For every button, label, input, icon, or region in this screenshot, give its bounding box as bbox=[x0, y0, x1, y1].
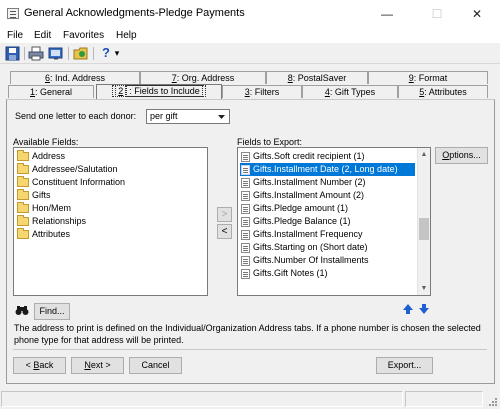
list-item[interactable]: Gifts.Pledge amount (1) bbox=[240, 202, 415, 215]
send-letter-label: Send one letter to each donor: bbox=[15, 111, 137, 121]
fields-to-export-list[interactable]: Gifts.Soft credit recipient (1) Gifts.In… bbox=[237, 147, 431, 296]
scroll-down-icon[interactable]: ▼ bbox=[418, 282, 430, 295]
close-button[interactable]: ✕ bbox=[454, 0, 500, 28]
save-icon[interactable] bbox=[5, 46, 21, 61]
export-button[interactable]: Export... bbox=[376, 357, 433, 374]
list-item[interactable]: Gifts.Installment Frequency bbox=[240, 228, 415, 241]
vertical-scrollbar[interactable]: ▲ ▼ bbox=[417, 148, 430, 295]
tab-org-address[interactable]: 7: Org. Address bbox=[140, 71, 266, 84]
tab-filters[interactable]: 3: Filters bbox=[222, 85, 302, 98]
divider bbox=[13, 349, 487, 350]
field-icon bbox=[241, 152, 250, 162]
tab-format[interactable]: 9: Format bbox=[368, 71, 488, 84]
menu-help[interactable]: Help bbox=[116, 28, 137, 43]
report-icon bbox=[7, 8, 19, 19]
field-icon bbox=[241, 191, 250, 201]
list-item[interactable]: Gifts.Soft credit recipient (1) bbox=[240, 150, 415, 163]
tab-general[interactable]: 1: General bbox=[8, 85, 94, 98]
move-down-icon[interactable] bbox=[418, 303, 430, 315]
back-button[interactable]: < Back bbox=[13, 357, 66, 374]
resize-grip-icon[interactable] bbox=[488, 397, 498, 407]
list-item[interactable]: Gifts.Gift Notes (1) bbox=[240, 267, 415, 280]
title-bar: General Acknowledgments-Pledge Payments … bbox=[0, 0, 500, 28]
list-item[interactable]: Gifts.Pledge Balance (1) bbox=[240, 215, 415, 228]
next-button[interactable]: Next > bbox=[71, 357, 124, 374]
list-item[interactable]: Gifts.Installment Amount (2) bbox=[240, 189, 415, 202]
field-icon bbox=[241, 256, 250, 266]
move-up-icon[interactable] bbox=[402, 303, 414, 315]
menu-favorites[interactable]: Favorites bbox=[63, 28, 104, 43]
send-letter-value: per gift bbox=[150, 111, 178, 121]
add-field-button[interactable]: > bbox=[217, 207, 232, 222]
tab-ind-address[interactable]: 6: Ind. Address bbox=[10, 71, 140, 84]
tab-row-back: 6: Ind. Address 7: Org. Address 8: Posta… bbox=[0, 71, 500, 84]
chevron-down-icon[interactable] bbox=[215, 111, 228, 122]
field-icon bbox=[241, 165, 250, 175]
fields-to-export-label: Fields to Export: bbox=[237, 137, 303, 147]
cancel-button[interactable]: Cancel bbox=[129, 357, 182, 374]
help-dropdown-icon[interactable]: ▾ bbox=[112, 46, 122, 61]
folder-icon bbox=[17, 176, 29, 187]
folder-icon bbox=[17, 202, 29, 213]
binoculars-icon bbox=[15, 305, 29, 316]
find-button[interactable]: Find... bbox=[34, 303, 70, 320]
folder-icon bbox=[17, 189, 29, 200]
folder-icon bbox=[17, 215, 29, 226]
tab-postalsaver[interactable]: 8: PostalSaver bbox=[266, 71, 368, 84]
scroll-up-icon[interactable]: ▲ bbox=[418, 148, 430, 161]
list-item[interactable]: Gifts.Starting on (Short date) bbox=[240, 241, 415, 254]
menu-edit[interactable]: Edit bbox=[34, 28, 51, 43]
field-icon bbox=[241, 178, 250, 188]
available-fields-list[interactable]: Address Addressee/Salutation Constituent… bbox=[13, 147, 208, 296]
status-bar bbox=[0, 387, 500, 409]
folder-icon[interactable] bbox=[73, 46, 89, 61]
remove-field-button[interactable]: < bbox=[217, 224, 232, 239]
window-title: General Acknowledgments-Pledge Payments bbox=[24, 7, 245, 19]
folder-icon bbox=[17, 163, 29, 174]
folder-icon bbox=[17, 150, 29, 161]
list-item[interactable]: Gifts.Installment Number (2) bbox=[240, 176, 415, 189]
menu-bar: File Edit Favorites Help bbox=[0, 28, 500, 43]
minimize-button[interactable]: — bbox=[364, 0, 410, 28]
tab-gift-types[interactable]: 4: Gift Types bbox=[302, 85, 398, 98]
toolbar: ? ▾ bbox=[0, 43, 500, 64]
options-button[interactable]: Options... bbox=[435, 147, 488, 164]
tab-fields-to-include[interactable]: 2: Fields to Include bbox=[96, 84, 222, 99]
status-cell-secondary bbox=[405, 391, 483, 407]
list-item[interactable]: Gifts.Installment Date (2, Long date) bbox=[240, 163, 415, 176]
help-text: The address to print is defined on the I… bbox=[14, 323, 481, 345]
export-icon[interactable] bbox=[48, 46, 64, 61]
field-icon bbox=[241, 269, 250, 279]
folder-icon bbox=[17, 228, 29, 239]
tab-attributes[interactable]: 5: Attributes bbox=[398, 85, 488, 98]
scroll-thumb[interactable] bbox=[419, 218, 429, 240]
field-icon bbox=[241, 204, 250, 214]
list-item[interactable]: Gifts.Number Of Installments bbox=[240, 254, 415, 267]
status-cell-main bbox=[1, 391, 403, 407]
available-fields-label: Available Fields: bbox=[13, 137, 79, 147]
tab-row-front: 1: General 2: Fields to Include 3: Filte… bbox=[0, 84, 500, 99]
send-letter-select[interactable]: per gift bbox=[146, 109, 230, 124]
menu-file[interactable]: File bbox=[7, 28, 23, 43]
field-icon bbox=[241, 217, 250, 227]
field-icon bbox=[241, 230, 250, 240]
field-icon bbox=[241, 243, 250, 253]
print-icon[interactable] bbox=[28, 46, 44, 61]
